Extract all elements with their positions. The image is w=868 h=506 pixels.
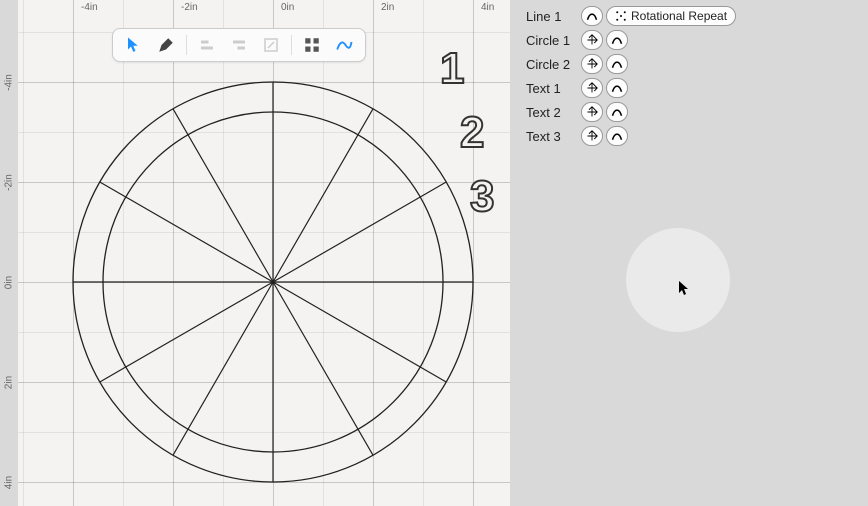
stroke-badge[interactable] — [606, 126, 628, 146]
transform-badge[interactable] — [581, 30, 603, 50]
spoke-line[interactable] — [100, 182, 273, 282]
stroke-badge[interactable] — [581, 6, 603, 26]
ruler-left-label: -2in — [4, 174, 15, 192]
spoke-line[interactable] — [100, 282, 273, 382]
transform-badge[interactable] — [581, 126, 603, 146]
layer-name-label: Circle 1 — [526, 33, 578, 48]
stroke-badge[interactable] — [606, 30, 628, 50]
ruler-left-label: 2in — [4, 374, 15, 392]
ruler-left-label: -4in — [4, 74, 15, 92]
transform-badge[interactable] — [581, 78, 603, 98]
align-a-button[interactable] — [192, 32, 222, 58]
canvas-area[interactable]: -4in -2in 0in 2in 4in -4in -2in 0in 2in 4in 1 2 3 — [0, 0, 520, 506]
canvas-text-1[interactable]: 1 — [440, 44, 464, 94]
stroke-badge[interactable] — [606, 102, 628, 122]
ruler-left-label: 0in — [4, 274, 15, 292]
spoke-line[interactable] — [273, 282, 373, 455]
layer-name-label: Circle 2 — [526, 57, 578, 72]
align-b-button[interactable] — [224, 32, 254, 58]
spoke-line[interactable] — [173, 109, 273, 282]
layer-row[interactable]: Text 3 — [526, 124, 862, 148]
stroke-badge[interactable] — [606, 78, 628, 98]
toolbar-separator — [291, 35, 292, 55]
floating-toolbar — [112, 28, 366, 62]
rotational-repeat-badge[interactable]: Rotational Repeat — [606, 6, 736, 26]
layer-name-label: Text 3 — [526, 129, 578, 144]
stroke-badge[interactable] — [606, 54, 628, 74]
curve-tool-button[interactable] — [329, 32, 359, 58]
spoke-line[interactable] — [273, 109, 373, 282]
layer-row[interactable]: Text 2 — [526, 100, 862, 124]
layer-row[interactable]: Line 1 Rotational Repeat — [526, 4, 862, 28]
rotational-repeat-label: Rotational Repeat — [631, 9, 727, 23]
layer-name-label: Line 1 — [526, 9, 578, 24]
ruler-left: -4in -2in 0in 2in 4in — [0, 0, 18, 506]
spoke-line[interactable] — [273, 282, 446, 382]
canvas-text-2[interactable]: 2 — [460, 108, 484, 158]
align-c-button[interactable] — [256, 32, 286, 58]
layer-row[interactable]: Text 1 — [526, 76, 862, 100]
pen-tool-button[interactable] — [151, 32, 181, 58]
layer-row[interactable]: Circle 2 — [526, 52, 862, 76]
layer-name-label: Text 1 — [526, 81, 578, 96]
cursor-pointer-icon — [678, 280, 690, 296]
spoke-line[interactable] — [273, 182, 446, 282]
snap-tool-button[interactable] — [297, 32, 327, 58]
canvas-text-3[interactable]: 3 — [470, 172, 494, 222]
ruler-left-label: 4in — [4, 474, 15, 492]
toolbar-separator — [186, 35, 187, 55]
select-tool-button[interactable] — [119, 32, 149, 58]
spoke-line[interactable] — [173, 282, 273, 455]
transform-badge[interactable] — [581, 102, 603, 122]
drawing-surface[interactable] — [18, 0, 510, 506]
layer-row[interactable]: Circle 1 — [526, 28, 862, 52]
layer-name-label: Text 2 — [526, 105, 578, 120]
transform-badge[interactable] — [581, 54, 603, 74]
